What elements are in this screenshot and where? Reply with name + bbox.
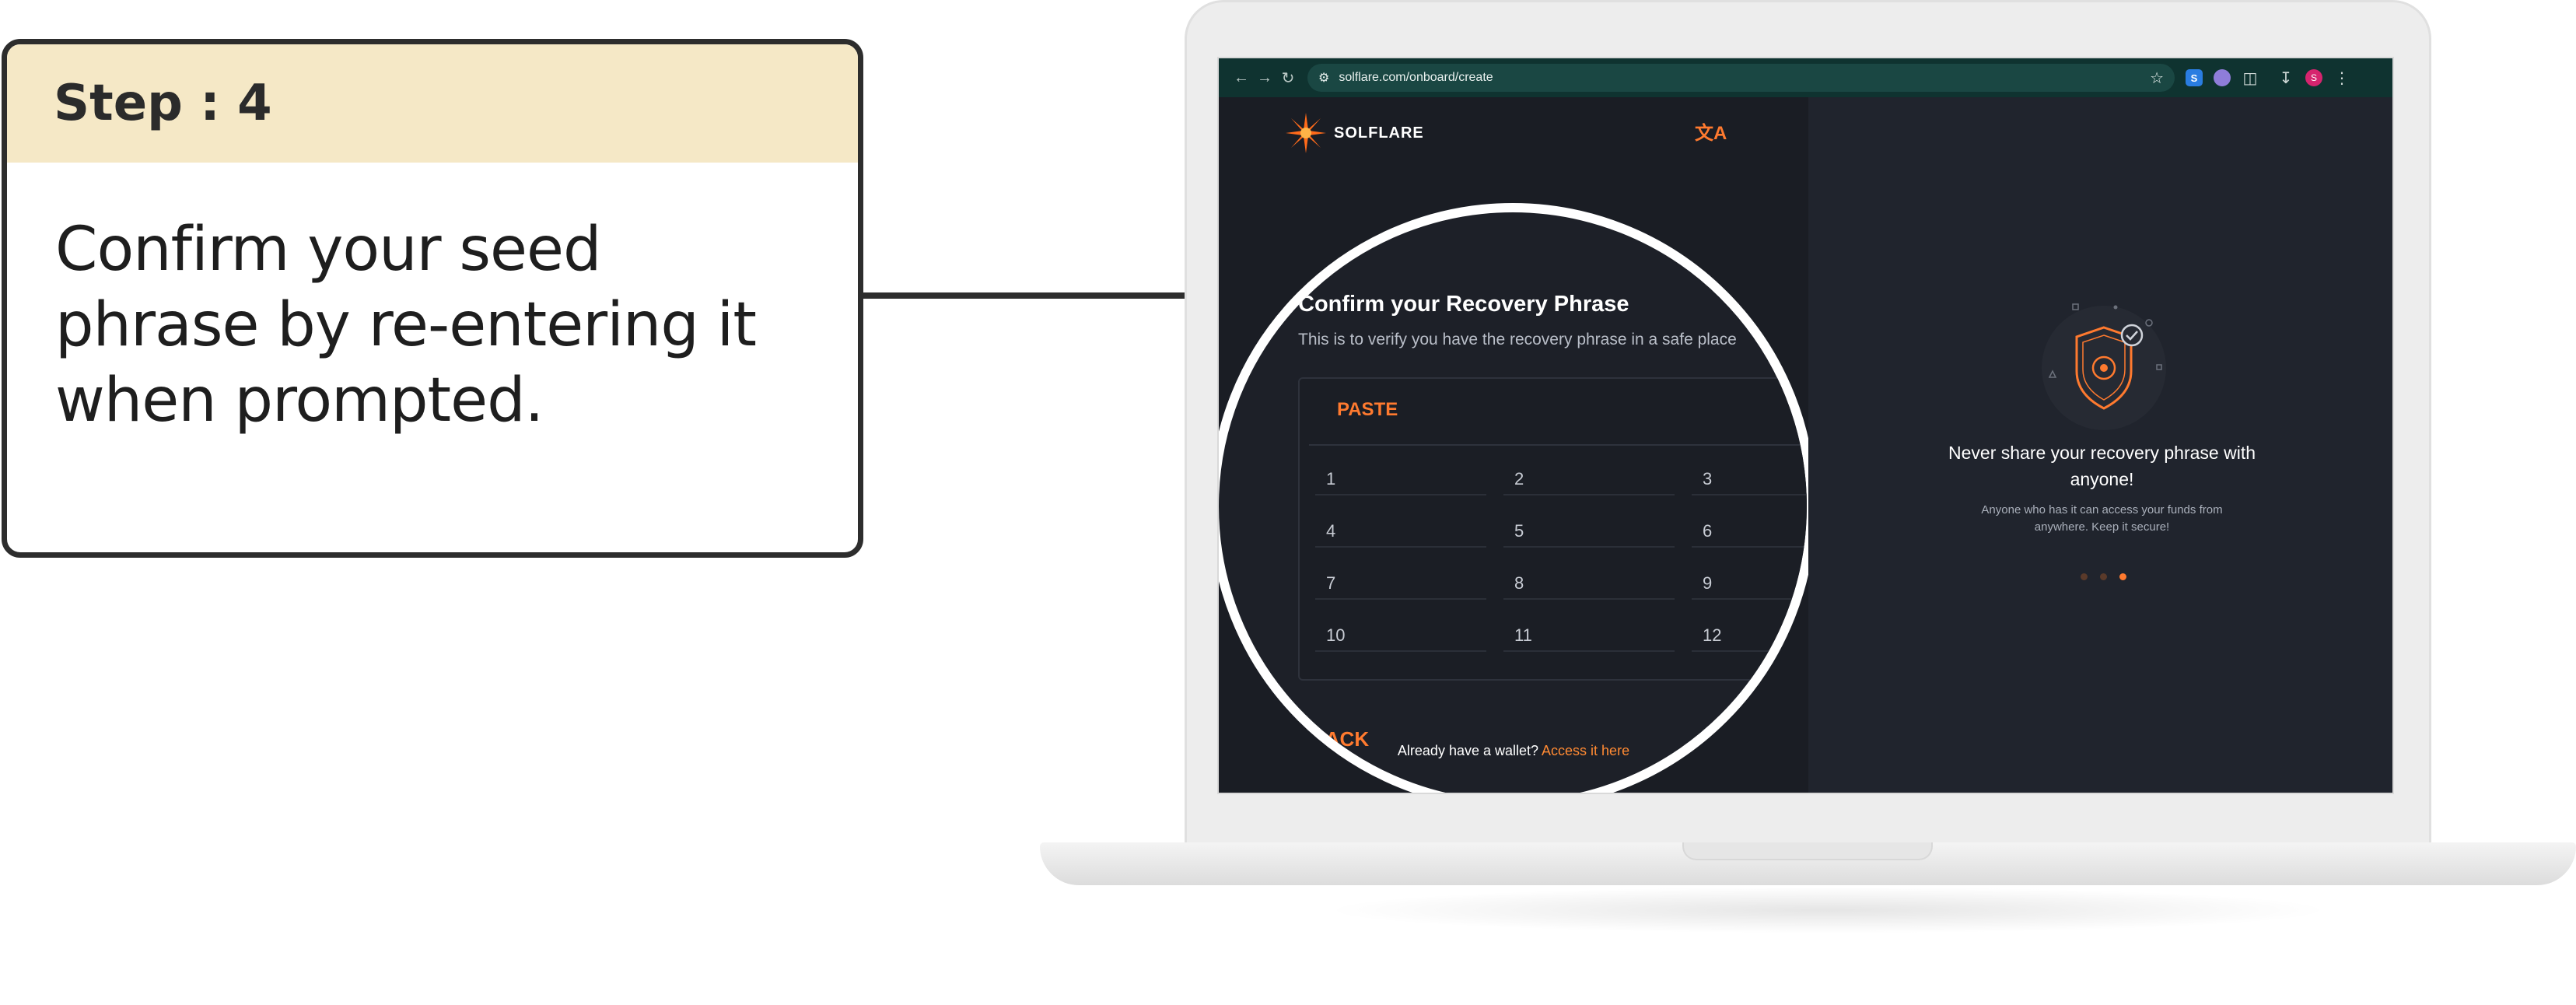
magnifier-circle: Confirm your Recovery Phrase This is to … <box>1219 203 1816 793</box>
word-input-1[interactable]: 1 <box>1315 463 1486 495</box>
address-bar[interactable]: ⚙ solflare.com/onboard/create ☆ <box>1307 64 2175 92</box>
carousel-dot-1[interactable] <box>2081 573 2088 580</box>
word-input-2[interactable]: 2 <box>1503 463 1675 495</box>
page-title: Confirm your Recovery Phrase <box>1298 292 1629 317</box>
solflare-logo-icon <box>1286 113 1326 153</box>
forward-arrow-icon[interactable]: → <box>1253 69 1276 87</box>
word-input-8[interactable]: 8 <box>1503 567 1675 600</box>
browser-toolbar: ← → ↻ ⚙ solflare.com/onboard/create ☆ S … <box>1219 58 2392 97</box>
extensions-puzzle-icon[interactable]: ◫ <box>2242 69 2259 87</box>
onboarding-left-pane: SOLFLARE 文A Confirm your Recovery Phrase… <box>1219 97 1816 793</box>
carousel-dots <box>2081 573 2126 580</box>
word-input-12[interactable]: 12 <box>1692 619 1807 652</box>
language-translate-icon[interactable]: 文A <box>1695 117 1727 145</box>
recovery-phrase-form: PASTE 1 2 3 4 5 6 7 8 9 10 11 12 <box>1298 377 1807 681</box>
word-input-3[interactable]: 3 <box>1692 463 1807 495</box>
phrase-divider <box>1309 444 1807 446</box>
extension-phantom-icon[interactable] <box>2214 69 2231 86</box>
address-url: solflare.com/onboard/create <box>1339 71 1493 84</box>
browser-menu-icon[interactable]: ⋮ <box>2333 69 2350 87</box>
carousel-dot-2[interactable] <box>2100 573 2107 580</box>
info-subtitle: Anyone who has it can access your funds … <box>1981 503 2223 534</box>
word-input-6[interactable]: 6 <box>1692 515 1807 548</box>
laptop-shadow <box>1322 887 2333 933</box>
paste-button[interactable]: PASTE <box>1337 399 1398 421</box>
reload-icon[interactable]: ↻ <box>1276 68 1300 88</box>
bookmark-star-icon[interactable]: ☆ <box>2150 68 2164 88</box>
info-title: Never share your recovery phrase with an… <box>1948 443 2256 489</box>
footer-text: Already have a wallet? <box>1397 743 1539 758</box>
download-icon[interactable]: ↧ <box>2277 69 2294 87</box>
existing-wallet-prompt: Already have a wallet? Access it here <box>1219 743 1808 759</box>
step-label: Step : 4 <box>54 75 272 132</box>
access-wallet-link[interactable]: Access it here <box>1542 743 1629 758</box>
security-shield-icon <box>2042 303 2166 430</box>
word-input-11[interactable]: 11 <box>1503 619 1675 652</box>
step-instruction: Confirm your seed phrase by re-entering … <box>55 215 757 436</box>
brand-name: SOLFLARE <box>1334 124 1424 142</box>
back-arrow-icon[interactable]: ← <box>1230 69 1253 87</box>
word-input-5[interactable]: 5 <box>1503 515 1675 548</box>
site-settings-icon[interactable]: ⚙ <box>1318 70 1329 86</box>
word-input-10[interactable]: 10 <box>1315 619 1486 652</box>
laptop-screen: ← → ↻ ⚙ solflare.com/onboard/create ☆ S … <box>1217 57 2394 794</box>
page-subtitle: This is to verify you have the recovery … <box>1298 331 1737 348</box>
word-input-4[interactable]: 4 <box>1315 515 1486 548</box>
word-input-9[interactable]: 9 <box>1692 567 1807 600</box>
profile-avatar[interactable]: S <box>2305 69 2322 86</box>
word-input-7[interactable]: 7 <box>1315 567 1486 600</box>
step-callout-card: Step : 4 Confirm your seed phrase by re-… <box>2 39 863 558</box>
onboarding-info-pane: Never share your recovery phrase with an… <box>1808 97 2392 793</box>
solflare-logo[interactable]: SOLFLARE <box>1284 111 1424 155</box>
carousel-dot-3-active[interactable] <box>2119 573 2126 580</box>
laptop-notch <box>1682 842 1933 860</box>
step-callout-header: Step : 4 <box>7 44 858 163</box>
extension-s-icon[interactable]: S <box>2186 69 2203 86</box>
